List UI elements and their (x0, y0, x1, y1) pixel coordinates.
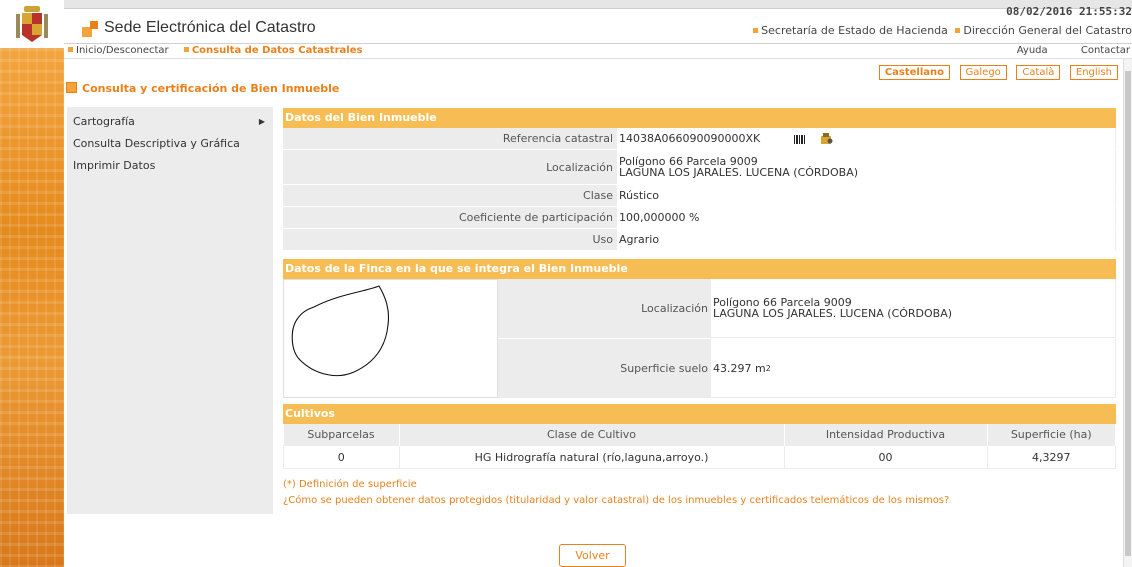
sidebar-item-label: Consulta Descriptiva y Gráfica (73, 137, 240, 150)
notes: (*) Definición de superficie ¿Cómo se pu… (283, 477, 1116, 509)
sidebar-item-consulta[interactable]: Consulta Descriptiva y Gráfica (67, 133, 273, 155)
top-bar: 08/02/2016 21:55:32 (64, 0, 1132, 18)
finca-block: Localización Polígono 66 Parcela 9009 LA… (283, 279, 1116, 399)
col-clase-cultivo: Clase de Cultivo (399, 424, 785, 446)
page-title-text: Consulta y certificación de Bien Inmuebl… (82, 82, 340, 95)
row-localizacion: Localización Polígono 66 Parcela 9009 LA… (283, 150, 1116, 185)
document-icon (66, 82, 77, 93)
header-links: Secretaría de Estado de Hacienda Direcci… (749, 24, 1132, 37)
loc-line2: LAGUNA LOS JARALES. LUCENA (CÓRDOBA) (619, 166, 859, 179)
left-decorative-strip (0, 0, 64, 567)
finca-data: Localización Polígono 66 Parcela 9009 LA… (498, 279, 1116, 399)
sidebar: Cartografía ▶ Consulta Descriptiva y Grá… (67, 107, 273, 514)
finca-loc-value: Polígono 66 Parcela 9009 LAGUNA LOS JARA… (711, 279, 1116, 338)
cell-superficie: 4,3297 (986, 445, 1116, 469)
table-row: 0 HG Hidrografía natural (río,laguna,arr… (283, 445, 1116, 469)
link-direccion[interactable]: Dirección General del Catastro (963, 24, 1132, 37)
nav-current-link[interactable]: Consulta de Datos Catastrales (192, 45, 363, 56)
col-superficie: Superficie (ha) (987, 424, 1116, 446)
main-content: Datos del Bien Inmueble Referencia catas… (283, 108, 1116, 509)
bullet-icon (955, 28, 961, 33)
finca-sup-number: 43.297 m (713, 361, 766, 375)
city-photo-strip (0, 48, 64, 567)
site-title[interactable]: Sede Electrónica del Catastro (104, 19, 316, 37)
lang-english[interactable]: English (1069, 65, 1118, 80)
contact-link[interactable]: Contactar (1081, 45, 1130, 56)
cell-subparcela: 0 (283, 445, 400, 469)
link-secretaria[interactable]: Secretaría de Estado de Hacienda (761, 24, 948, 37)
finca-row-localizacion: Localización Polígono 66 Parcela 9009 LA… (498, 279, 1116, 339)
coef-value: 100,000000 % (616, 207, 1116, 228)
barcode-icon[interactable] (793, 130, 806, 151)
definicion-superficie-link[interactable]: (*) Definición de superficie (283, 477, 1116, 493)
help-link[interactable]: Ayuda (1017, 45, 1048, 56)
row-uso: Uso Agrario (283, 229, 1116, 251)
clase-label: Clase (283, 185, 616, 206)
table-header-row: Subparcelas Clase de Cultivo Intensidad … (283, 424, 1116, 446)
cultivos-table: Subparcelas Clase de Cultivo Intensidad … (283, 424, 1116, 469)
lang-catala[interactable]: Català (1016, 65, 1061, 80)
nav-home-link[interactable]: Inicio/Desconectar (76, 45, 169, 56)
nav-row: Inicio/Desconectar Consulta de Datos Cat… (64, 44, 1132, 59)
finca-sup-label: Superficie suelo (498, 339, 711, 398)
language-selector: Castellano Galego Català English (873, 65, 1118, 80)
uso-label: Uso (283, 229, 616, 250)
scrollbar-thumb[interactable] (1125, 71, 1131, 556)
uso-value: Agrario (616, 229, 1116, 250)
row-coeficiente: Coeficiente de participación 100,000000 … (283, 207, 1116, 229)
spain-coat-of-arms-icon (16, 6, 48, 42)
page-title: Consulta y certificación de Bien Inmuebl… (66, 82, 339, 95)
section-header-finca: Datos de la Finca en la que se integra e… (283, 259, 1116, 279)
row-clase: Clase Rústico (283, 185, 1116, 207)
section-header-cultivos: Cultivos (283, 404, 1116, 424)
sidebar-item-label: Cartografía (73, 115, 135, 128)
site-header: Sede Electrónica del Catastro Secretaría… (64, 17, 1132, 44)
finca-row-superficie: Superficie suelo 43.297 m2 (498, 339, 1116, 399)
chevron-right-icon: ▶ (258, 117, 265, 126)
clase-value: Rústico (616, 185, 1116, 206)
sidebar-item-cartografia[interactable]: Cartografía ▶ (67, 111, 273, 133)
finca-loc-label: Localización (498, 279, 711, 338)
catastro-logo-icon (82, 21, 98, 37)
cell-clase: HG Hidrografía natural (río,laguna,arroy… (398, 445, 785, 469)
ref-value-cell: 14038A066090090000XK (616, 128, 1116, 149)
col-intensidad: Intensidad Productiva (784, 424, 988, 446)
map-locate-icon[interactable] (821, 130, 833, 151)
lang-castellano[interactable]: Castellano (878, 65, 951, 80)
ref-label: Referencia catastral (283, 128, 616, 149)
ref-value: 14038A066090090000XK (619, 132, 761, 145)
lang-galego[interactable]: Galego (959, 65, 1007, 80)
finca-sup-exp: 2 (765, 363, 771, 373)
sidebar-item-label: Imprimir Datos (73, 159, 156, 172)
volver-button[interactable]: Volver (559, 544, 626, 567)
bullet-icon (183, 47, 189, 52)
datos-protegidos-link[interactable]: ¿Cómo se pueden obtener datos protegidos… (283, 493, 1116, 509)
loc-label: Localización (283, 150, 616, 184)
finca-sup-value: 43.297 m2 (711, 339, 1116, 398)
row-referencia: Referencia catastral 14038A066090090000X… (283, 128, 1116, 150)
coef-label: Coeficiente de participación (283, 207, 616, 228)
finca-loc-line2: LAGUNA LOS JARALES. LUCENA (CÓRDOBA) (713, 307, 953, 320)
cell-intensidad: 00 (783, 445, 988, 469)
sidebar-item-imprimir[interactable]: Imprimir Datos (67, 155, 273, 177)
bullet-icon (68, 47, 73, 52)
bullet-icon (753, 28, 759, 33)
section-header-inmueble: Datos del Bien Inmueble (283, 108, 1116, 128)
col-subparcelas: Subparcelas (283, 424, 400, 446)
loc-value: Polígono 66 Parcela 9009 LAGUNA LOS JARA… (616, 150, 1116, 184)
parcel-sketch[interactable] (283, 279, 498, 398)
scrollbar[interactable] (1123, 59, 1132, 567)
